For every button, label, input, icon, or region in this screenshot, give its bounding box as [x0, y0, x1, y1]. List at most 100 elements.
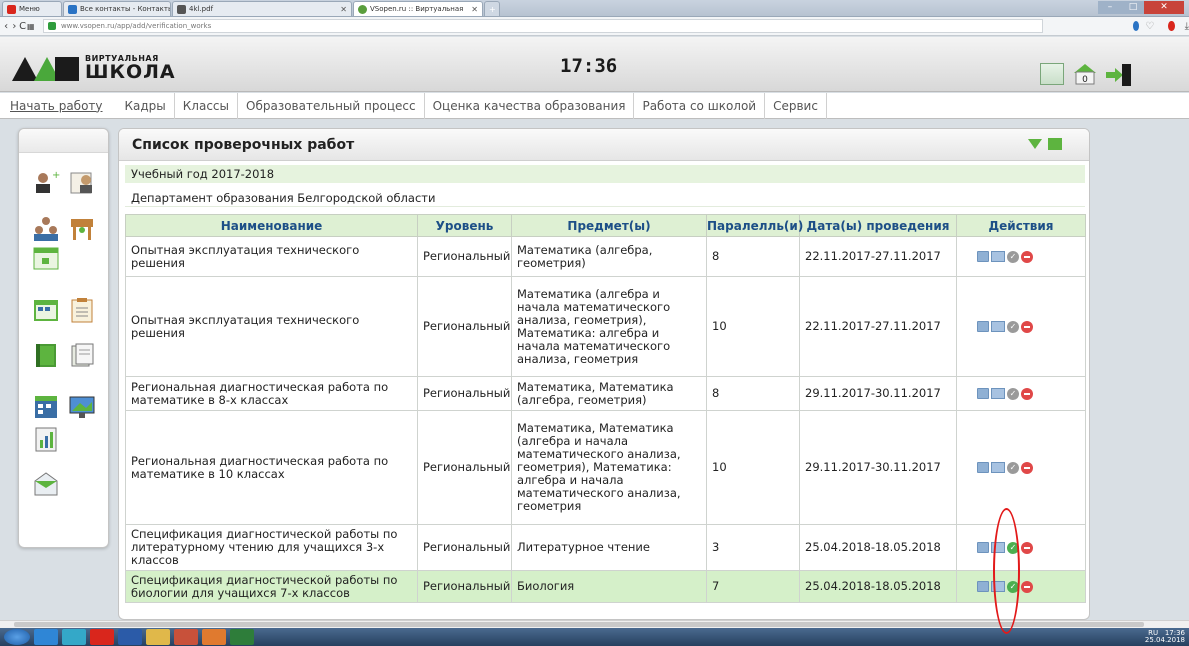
cell-level: Региональный [417, 410, 512, 525]
menu-staff[interactable]: Кадры [117, 92, 175, 119]
schedule-icon[interactable] [32, 297, 60, 323]
table-row[interactable]: Спецификация диагностической работы по б… [125, 570, 1086, 603]
calendar-icon[interactable] [32, 245, 60, 271]
word-icon[interactable] [118, 629, 142, 645]
cell-grade: 8 [706, 376, 800, 411]
table-row[interactable]: Опытная эксплуатация технического решени… [125, 276, 1086, 377]
mail-icon[interactable] [32, 471, 60, 497]
results-table-icon[interactable] [991, 462, 1005, 473]
browser-tab-menu[interactable]: Меню [2, 1, 62, 16]
excel-icon[interactable] [230, 629, 254, 645]
menu-edu-process[interactable]: Образовательный процесс [238, 92, 425, 119]
cell-actions: ✓ [956, 376, 1086, 411]
close-icon[interactable]: ✕ [465, 5, 478, 14]
logout-button[interactable] [1104, 63, 1131, 86]
delete-icon[interactable] [1021, 250, 1033, 263]
delete-icon[interactable] [1021, 461, 1033, 474]
edit-icon[interactable] [977, 542, 989, 553]
start-work-link[interactable]: Начать работу [0, 93, 113, 119]
new-tab-button[interactable]: + [484, 1, 500, 16]
check-icon[interactable]: ✓ [1007, 461, 1019, 474]
close-window-button[interactable]: ✕ [1144, 1, 1184, 14]
table-row[interactable]: Региональная диагностическая работа по м… [125, 410, 1086, 525]
school-calendar-icon[interactable] [32, 394, 60, 420]
column-header-dates[interactable]: Дата(ы) проведения [799, 214, 957, 237]
column-header-grades[interactable]: Паралелль(и) [706, 214, 803, 237]
monitor-icon[interactable] [68, 394, 96, 420]
browser-tab-vsopen[interactable]: VSopen.ru :: Виртуальная ✕ [353, 1, 483, 16]
ie-icon[interactable] [34, 629, 58, 645]
classroom-icon[interactable] [68, 216, 96, 242]
scrollbar-thumb[interactable] [14, 622, 1144, 627]
powerpoint-icon[interactable] [174, 629, 198, 645]
folder-icon[interactable] [146, 629, 170, 645]
edit-icon[interactable] [977, 388, 989, 399]
menu-service[interactable]: Сервис [765, 92, 827, 119]
edit-icon[interactable] [977, 462, 989, 473]
download-icon[interactable]: ⤓ [1185, 21, 1189, 32]
table-row[interactable]: Региональная диагностическая работа по м… [125, 376, 1086, 411]
edit-icon[interactable] [977, 251, 989, 262]
tray-date[interactable]: 25.04.2018 [1145, 636, 1185, 644]
forward-icon[interactable]: › [10, 21, 18, 32]
table-body: Опытная эксплуатация технического решени… [125, 236, 1086, 603]
journal-icon[interactable] [32, 342, 60, 368]
browser-tab-pdf[interactable]: 4kl.pdf ✕ [172, 1, 352, 16]
add-user-icon[interactable]: + [32, 169, 60, 195]
cell-grade: 10 [706, 276, 800, 377]
delete-icon[interactable] [1021, 387, 1033, 400]
menu-classes[interactable]: Классы [175, 92, 238, 119]
adblock-icon[interactable] [1168, 21, 1175, 31]
delete-icon[interactable] [1021, 541, 1033, 554]
vpn-icon[interactable] [1132, 21, 1140, 31]
browser-tab-contacts[interactable]: Все контакты - Контакты ✕ [63, 1, 171, 16]
edit-icon[interactable] [977, 581, 989, 592]
results-table-icon[interactable] [991, 251, 1005, 262]
logo[interactable]: ВИРТУАЛЬНАЯ ШКОЛА [12, 55, 176, 82]
download-arrow-icon[interactable] [1028, 139, 1042, 149]
reload-icon[interactable]: C [18, 21, 26, 32]
edit-icon[interactable] [977, 321, 989, 332]
group-icon[interactable] [32, 216, 60, 242]
close-icon[interactable]: ✕ [334, 5, 347, 14]
check-icon[interactable]: ✓ [1007, 250, 1019, 263]
results-table-icon[interactable] [991, 388, 1005, 399]
mail-app-icon[interactable] [62, 629, 86, 645]
cell-name: Спецификация диагностической работы по л… [125, 524, 418, 571]
report-chart-icon[interactable] [32, 426, 60, 452]
heart-icon[interactable]: ♡ [1145, 21, 1154, 32]
menu-school[interactable]: Работа со школой [634, 92, 766, 119]
table-row[interactable]: Спецификация диагностической работы по л… [125, 524, 1086, 571]
opera-taskbar-icon[interactable] [90, 629, 114, 645]
table-row[interactable]: Опытная эксплуатация технического решени… [125, 236, 1086, 277]
documents-icon[interactable] [68, 342, 96, 368]
check-icon[interactable]: ✓ [1007, 387, 1019, 400]
column-header-name[interactable]: Наименование [125, 214, 418, 237]
delete-icon[interactable] [1021, 320, 1033, 333]
school-year: Учебный год 2017-2018 [125, 165, 1085, 183]
app-header: ВИРТУАЛЬНАЯ ШКОЛА 17:36 0 [0, 37, 1189, 92]
results-table-icon[interactable] [991, 321, 1005, 332]
cell-subjects: Литературное чтение [511, 524, 707, 571]
panel-toggle-icon[interactable] [1048, 138, 1062, 150]
cell-level: Региональный [417, 236, 512, 277]
column-header-level[interactable]: Уровень [417, 214, 512, 237]
column-header-subjects[interactable]: Предмет(ы) [511, 214, 707, 237]
minimize-button[interactable]: – [1098, 1, 1122, 14]
user-card-icon[interactable] [68, 169, 96, 195]
cell-name: Региональная диагностическая работа по м… [125, 376, 418, 411]
speed-dial-icon[interactable]: ▦ [27, 22, 35, 31]
profile-card-icon[interactable] [1040, 63, 1064, 85]
url-field[interactable]: www.vsopen.ru/app/add/verification_works [42, 19, 1043, 33]
clipboard-icon[interactable] [68, 297, 96, 323]
messages-button[interactable]: 0 [1073, 63, 1097, 85]
start-button[interactable] [4, 629, 30, 645]
menu-quality[interactable]: Оценка качества образования [425, 92, 635, 119]
app-icon[interactable] [202, 629, 226, 645]
back-icon[interactable]: ‹ [2, 21, 10, 32]
content-panel: Список проверочных работ Учебный год 201… [118, 128, 1090, 620]
maximize-button[interactable]: □ [1122, 1, 1144, 14]
check-icon[interactable]: ✓ [1007, 320, 1019, 333]
red-annotation-ellipse [993, 508, 1020, 634]
delete-icon[interactable] [1021, 580, 1033, 593]
